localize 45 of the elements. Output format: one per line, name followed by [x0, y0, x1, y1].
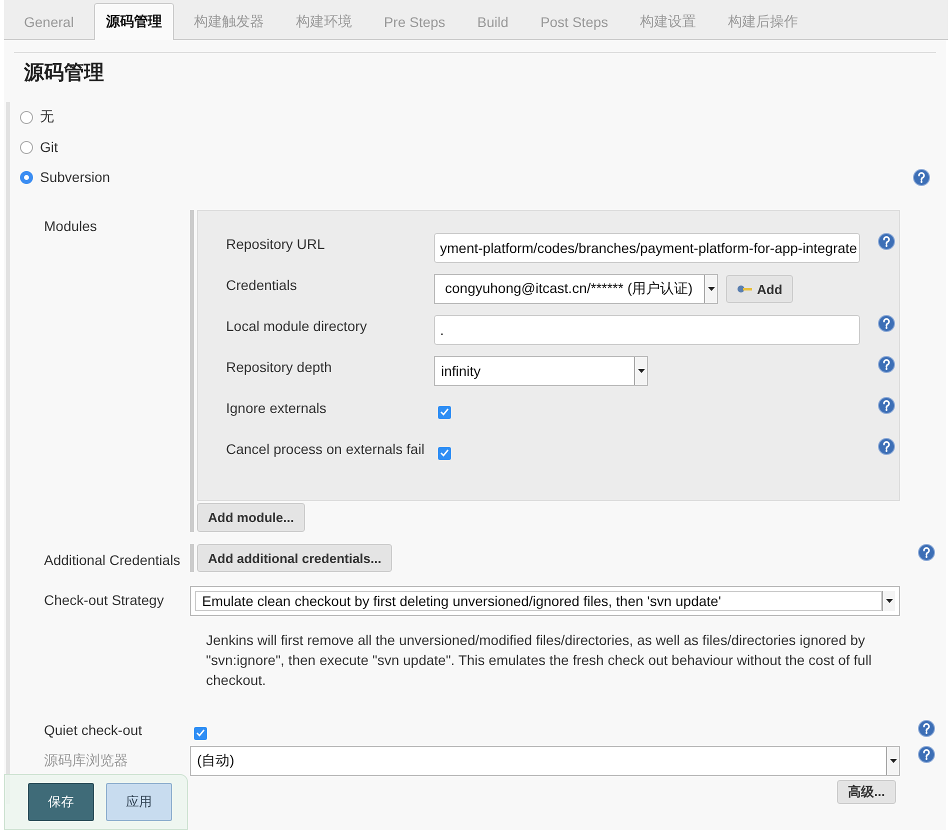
field-label: Cancel process on externals fail — [226, 440, 426, 457]
advanced-button[interactable]: 高级... — [837, 780, 896, 804]
strategy-select[interactable]: Emulate clean checkout by first deleting unversioned/ignored files, then 'svn update' — [190, 586, 900, 616]
input-field[interactable]: yment-platform/codes/branches/payment-platform-for-app-integrate — [434, 233, 860, 263]
help-icon[interactable] — [878, 438, 895, 455]
help-icon[interactable] — [918, 544, 935, 561]
radio-label: Git — [40, 139, 58, 155]
checkbox[interactable] — [438, 406, 451, 418]
field-label: Repository depth — [226, 358, 333, 375]
field-label: Credentials — [226, 276, 298, 293]
field-label: Check-out Strategy — [43, 591, 165, 610]
add-credentials-button[interactable]: Add additional credentials... — [197, 544, 392, 572]
help-icon[interactable] — [878, 397, 895, 414]
field-label: Ignore externals — [226, 399, 328, 416]
radio-label: 无 — [40, 108, 54, 124]
browser-select[interactable]: (自动) — [190, 746, 900, 776]
help-icon[interactable] — [878, 315, 895, 332]
depth-select[interactable]: infinity — [434, 356, 648, 386]
radio-button[interactable] — [20, 140, 33, 154]
apply-button[interactable]: 应用 — [106, 783, 172, 821]
add-button[interactable]: Add — [726, 275, 794, 303]
field-label: Repository URL — [226, 235, 326, 252]
help-icon[interactable] — [878, 356, 895, 373]
help-icon[interactable] — [918, 746, 935, 763]
radio-label: Subversion — [40, 169, 110, 185]
key-icon — [737, 285, 753, 293]
strategy-description: Jenkins will first remove all the unversioned/modified files/directories, as well as files/directories ignored by "svn:ignore", then execute "svn update". This emulates the fresh check out behaviour without the cost of full checkout. — [206, 631, 873, 690]
help-icon[interactable] — [918, 720, 935, 737]
field-label: 源码库浏览器 — [43, 751, 129, 770]
field-label: Local module directory — [226, 317, 368, 334]
help-icon[interactable] — [878, 233, 895, 250]
save-button[interactable]: 保存 — [28, 783, 94, 821]
add-module-button[interactable]: Add module... — [197, 503, 305, 532]
field-label: Additional Credentials — [43, 551, 182, 570]
checkbox[interactable] — [438, 446, 451, 460]
credentials-select[interactable]: congyuhong@itcast.cn/****** (用户认证) — [434, 274, 718, 304]
help-icon[interactable] — [913, 168, 930, 186]
checkbox[interactable] — [194, 726, 207, 740]
input-field[interactable]: . — [434, 315, 860, 345]
field-label: Quiet check-out — [43, 721, 144, 740]
tab[interactable]: 源码管理 — [94, 3, 174, 40]
radio-button[interactable] — [20, 110, 33, 124]
radio-button[interactable] — [20, 170, 33, 184]
section-heading: 源码管理 — [24, 61, 104, 86]
field-label: Modules — [43, 217, 98, 236]
